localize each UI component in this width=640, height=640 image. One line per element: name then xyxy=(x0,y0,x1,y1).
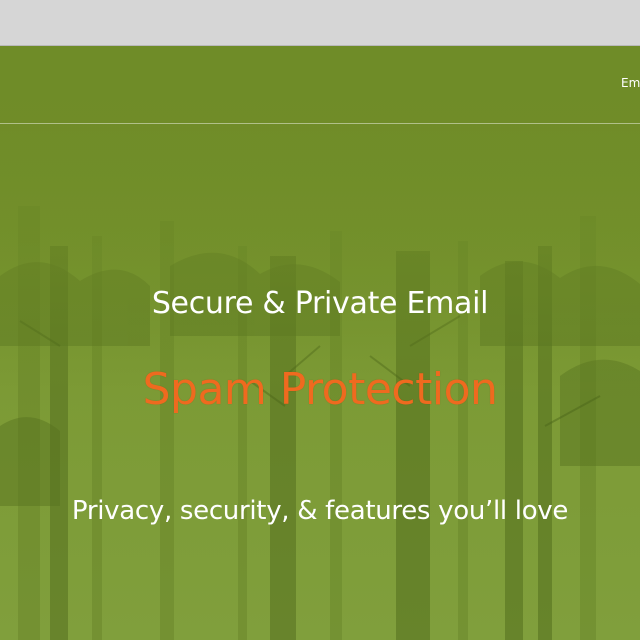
browser-chrome-bar xyxy=(0,0,640,46)
hero-rotating-feature: Spam Protection xyxy=(142,364,498,415)
hero-title: Secure & Private Email xyxy=(151,286,489,321)
nav-link-email[interactable]: Email xyxy=(621,76,640,90)
header-divider xyxy=(0,123,640,124)
hero-subtitle: Privacy, security, & features you’ll lov… xyxy=(71,496,569,526)
hero-section: Email Secure & Private Email Spam Protec… xyxy=(0,46,640,640)
site-header: Email xyxy=(0,46,640,124)
nav-clip: Email xyxy=(0,46,640,124)
forest-background-image xyxy=(0,46,640,640)
